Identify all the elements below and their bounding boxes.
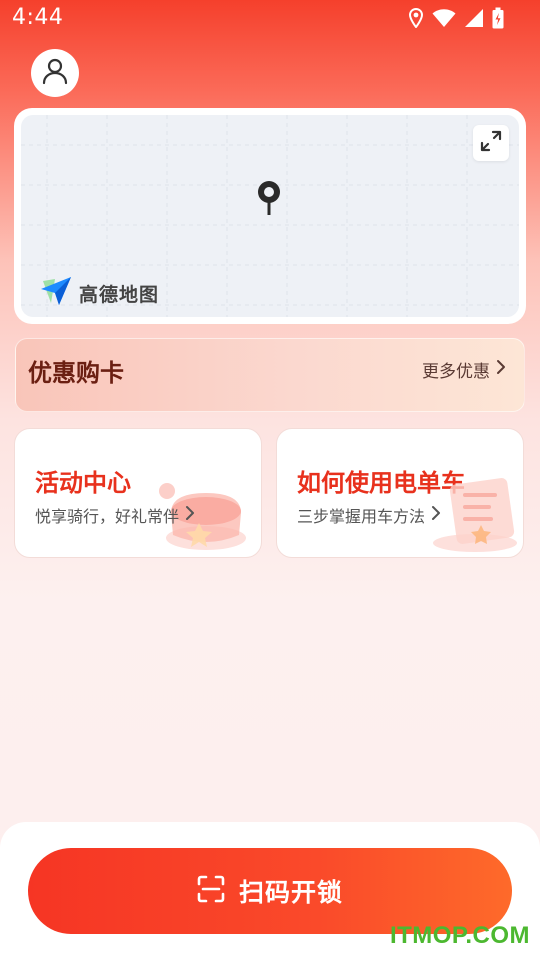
status-icons (408, 7, 504, 33)
amap-logo-icon (39, 275, 73, 311)
promo-card[interactable]: 优惠购卡 更多优惠 (15, 338, 525, 412)
status-time: 4:44 (12, 5, 64, 30)
chevron-right-icon (431, 505, 441, 525)
watermark: ITMOP.COM (389, 922, 530, 949)
status-bar: 4:44 (0, 0, 540, 38)
location-icon (408, 7, 424, 32)
expand-icon (480, 130, 502, 156)
amap-logo-text: 高德地图 (79, 283, 160, 306)
promo-title: 优惠购卡 (28, 359, 124, 387)
scan-unlock-label: 扫码开锁 (238, 878, 343, 907)
map-card: 高德地图 (14, 108, 526, 324)
more-offers-link[interactable]: 更多优惠 (422, 357, 506, 382)
amap-logo: 高德地图 (39, 275, 159, 311)
battery-icon (492, 7, 504, 33)
map-pin-icon (255, 179, 283, 223)
signal-icon (464, 8, 484, 32)
feature-subtitle-text: 三步掌握用车方法 (297, 507, 426, 526)
wifi-icon (432, 8, 456, 32)
expand-map-button[interactable] (473, 125, 509, 161)
feature-title: 活动中心 (35, 469, 131, 497)
feature-subtitle-text: 悦享骑行，好礼常伴 (35, 507, 180, 526)
chevron-right-icon (185, 505, 195, 525)
feature-subtitle: 三步掌握用车方法 (297, 503, 441, 527)
chevron-right-icon (496, 359, 506, 380)
map-view[interactable]: 高德地图 (21, 115, 519, 317)
how-to-use-card[interactable]: 如何使用电单车 三步掌握用车方法 (276, 428, 524, 558)
user-icon (41, 57, 69, 89)
more-offers-label: 更多优惠 (422, 362, 490, 382)
scan-icon (197, 875, 225, 907)
feature-subtitle: 悦享骑行，好礼常伴 (35, 503, 195, 527)
activity-center-card[interactable]: 活动中心 悦享骑行，好礼常伴 (14, 428, 262, 558)
avatar-button[interactable] (31, 49, 79, 97)
